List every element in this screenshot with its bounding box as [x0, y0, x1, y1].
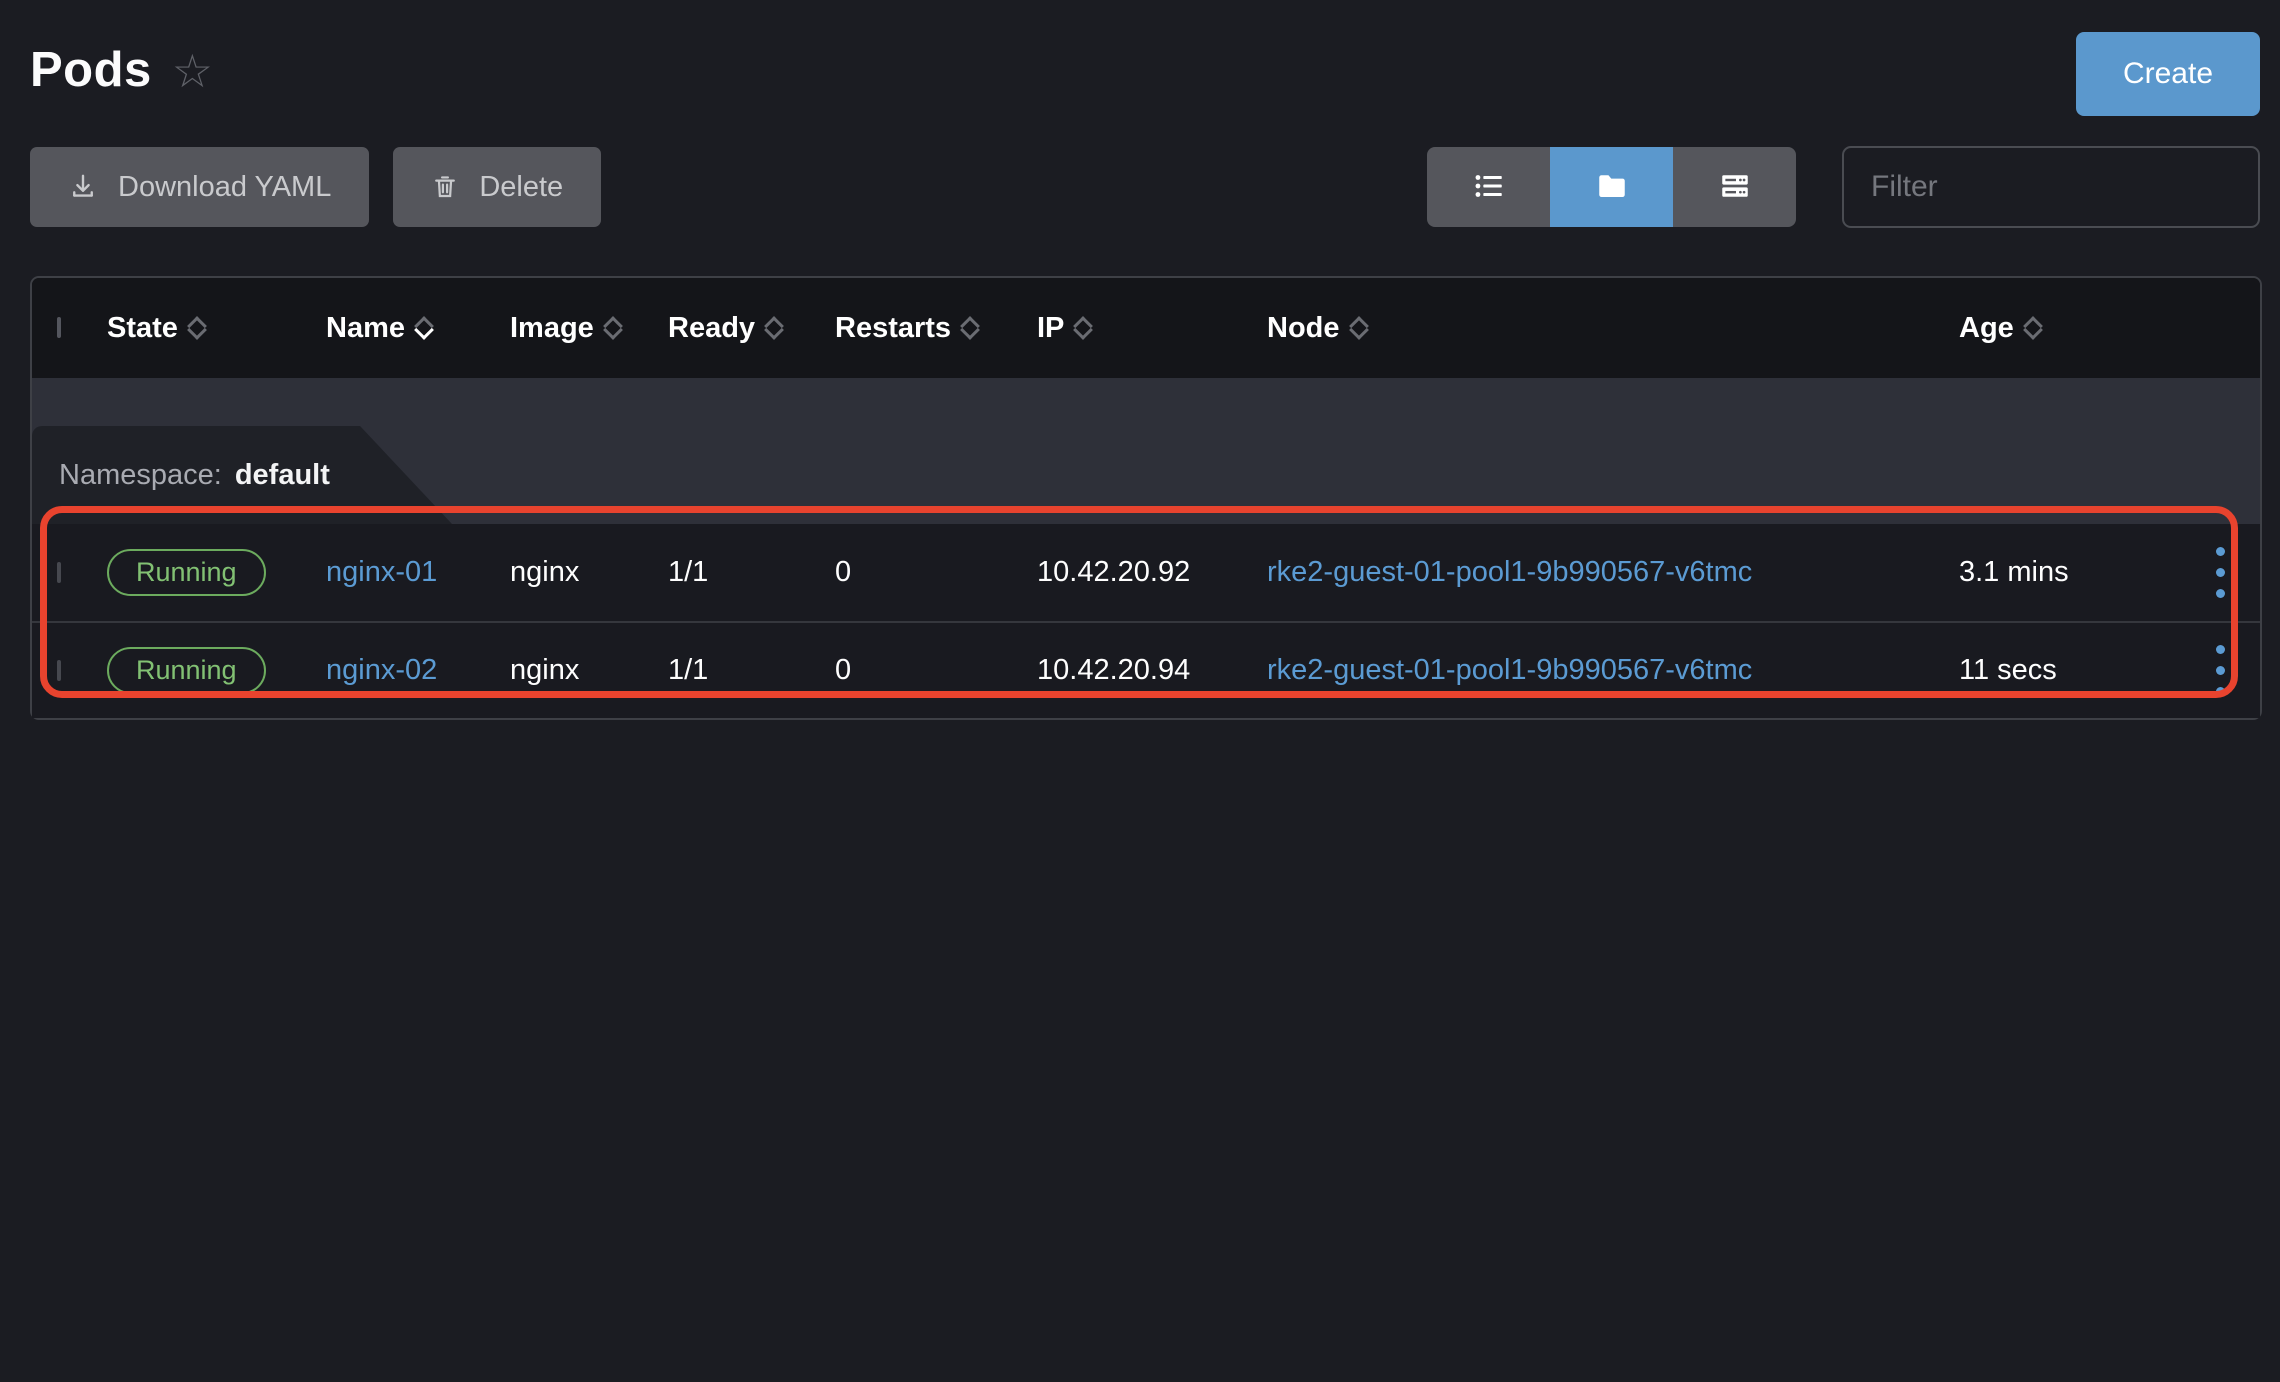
state-header-label: State — [107, 312, 178, 345]
namespace-label: Namespace: — [59, 459, 222, 492]
delete-label: Delete — [479, 171, 563, 204]
sort-icons — [1076, 319, 1090, 337]
column-header-ready[interactable]: Ready — [668, 312, 835, 345]
sort-icons — [606, 319, 620, 337]
sort-icons — [1352, 319, 1366, 337]
toolbar: Download YAML Delete — [0, 146, 2280, 228]
page-header: Pods ☆ Create — [0, 0, 2280, 116]
column-header-name[interactable]: Name — [326, 312, 510, 345]
favorite-star-icon[interactable]: ☆ — [172, 48, 213, 94]
column-header-restarts[interactable]: Restarts — [835, 312, 1037, 345]
namespace-value: default — [235, 459, 330, 492]
age-cell: 3.1 mins — [1959, 556, 2188, 589]
name-cell: nginx-01 — [326, 556, 510, 589]
name-cell: nginx-02 — [326, 654, 510, 687]
select-all-checkbox[interactable] — [57, 317, 61, 338]
download-yaml-button[interactable]: Download YAML — [30, 147, 369, 227]
namespace-group-tab: Namespace: default — [32, 426, 452, 524]
row-actions-menu-icon[interactable] — [2188, 537, 2252, 608]
sort-icons-active — [417, 319, 431, 337]
state-cell: Running — [107, 549, 326, 596]
column-header-image[interactable]: Image — [510, 312, 668, 345]
download-yaml-label: Download YAML — [118, 171, 331, 204]
table-row: Running nginx-01 nginx 1/1 0 10.42.20.92… — [32, 524, 2260, 621]
row-actions-menu-icon[interactable] — [2188, 635, 2252, 706]
row-checkbox[interactable] — [57, 562, 61, 583]
column-header-node[interactable]: Node — [1267, 312, 1959, 345]
restarts-header-label: Restarts — [835, 312, 951, 345]
sort-icons — [767, 319, 781, 337]
row-select-cell — [32, 662, 107, 680]
actions-cell — [2188, 537, 2260, 608]
compact-view-button[interactable] — [1673, 147, 1796, 227]
image-cell: nginx — [510, 654, 668, 687]
folder-view-icon — [1595, 169, 1629, 206]
node-cell: rke2-guest-01-pool1-9b990567-v6tmc — [1267, 654, 1959, 687]
compact-view-icon — [1718, 169, 1752, 206]
restarts-cell: 0 — [835, 654, 1037, 687]
status-badge: Running — [107, 647, 266, 694]
node-header-label: Node — [1267, 312, 1340, 345]
filter-input[interactable] — [1842, 146, 2260, 228]
pod-name-link[interactable]: nginx-02 — [326, 654, 437, 686]
ip-header-label: IP — [1037, 312, 1064, 345]
node-cell: rke2-guest-01-pool1-9b990567-v6tmc — [1267, 556, 1959, 589]
folder-view-button[interactable] — [1550, 147, 1673, 227]
ready-cell: 1/1 — [668, 556, 835, 589]
sort-icons — [190, 319, 204, 337]
column-header-age[interactable]: Age — [1959, 312, 2188, 345]
create-button[interactable]: Create — [2076, 32, 2260, 116]
pods-table: State Name Image Ready Restarts IP — [30, 276, 2262, 720]
bulk-actions: Download YAML Delete — [30, 147, 601, 227]
pod-name-link[interactable]: nginx-01 — [326, 556, 437, 588]
column-header-state[interactable]: State — [107, 312, 326, 345]
image-header-label: Image — [510, 312, 594, 345]
list-view-button[interactable] — [1427, 147, 1550, 227]
name-header-label: Name — [326, 312, 405, 345]
title-wrap: Pods ☆ — [30, 42, 213, 98]
trash-icon — [431, 173, 459, 201]
delete-button[interactable]: Delete — [393, 147, 601, 227]
toolbar-right — [1427, 146, 2260, 228]
image-cell: nginx — [510, 556, 668, 589]
ready-cell: 1/1 — [668, 654, 835, 687]
state-cell: Running — [107, 647, 326, 694]
view-mode-toggle — [1427, 147, 1796, 227]
sort-icons — [963, 319, 977, 337]
age-cell: 11 secs — [1959, 654, 2188, 687]
ready-header-label: Ready — [668, 312, 755, 345]
status-badge: Running — [107, 549, 266, 596]
restarts-cell: 0 — [835, 556, 1037, 589]
node-link[interactable]: rke2-guest-01-pool1-9b990567-v6tmc — [1267, 556, 1752, 588]
table-row: Running nginx-02 nginx 1/1 0 10.42.20.94… — [32, 621, 2260, 718]
ip-cell: 10.42.20.94 — [1037, 654, 1267, 687]
node-link[interactable]: rke2-guest-01-pool1-9b990567-v6tmc — [1267, 654, 1752, 686]
group-band: Namespace: default — [32, 378, 2260, 524]
column-header-ip[interactable]: IP — [1037, 312, 1267, 345]
ip-cell: 10.42.20.92 — [1037, 556, 1267, 589]
select-all-cell — [32, 319, 107, 337]
list-view-icon — [1472, 169, 1506, 206]
row-select-cell — [32, 564, 107, 582]
actions-cell — [2188, 635, 2260, 706]
download-icon — [68, 172, 98, 202]
pods-page: Pods ☆ Create Download YAML — [0, 0, 2280, 1382]
sort-icons — [2026, 319, 2040, 337]
table-header-row: State Name Image Ready Restarts IP — [32, 278, 2260, 378]
row-checkbox[interactable] — [57, 660, 61, 681]
page-title: Pods — [30, 42, 152, 98]
age-header-label: Age — [1959, 312, 2014, 345]
